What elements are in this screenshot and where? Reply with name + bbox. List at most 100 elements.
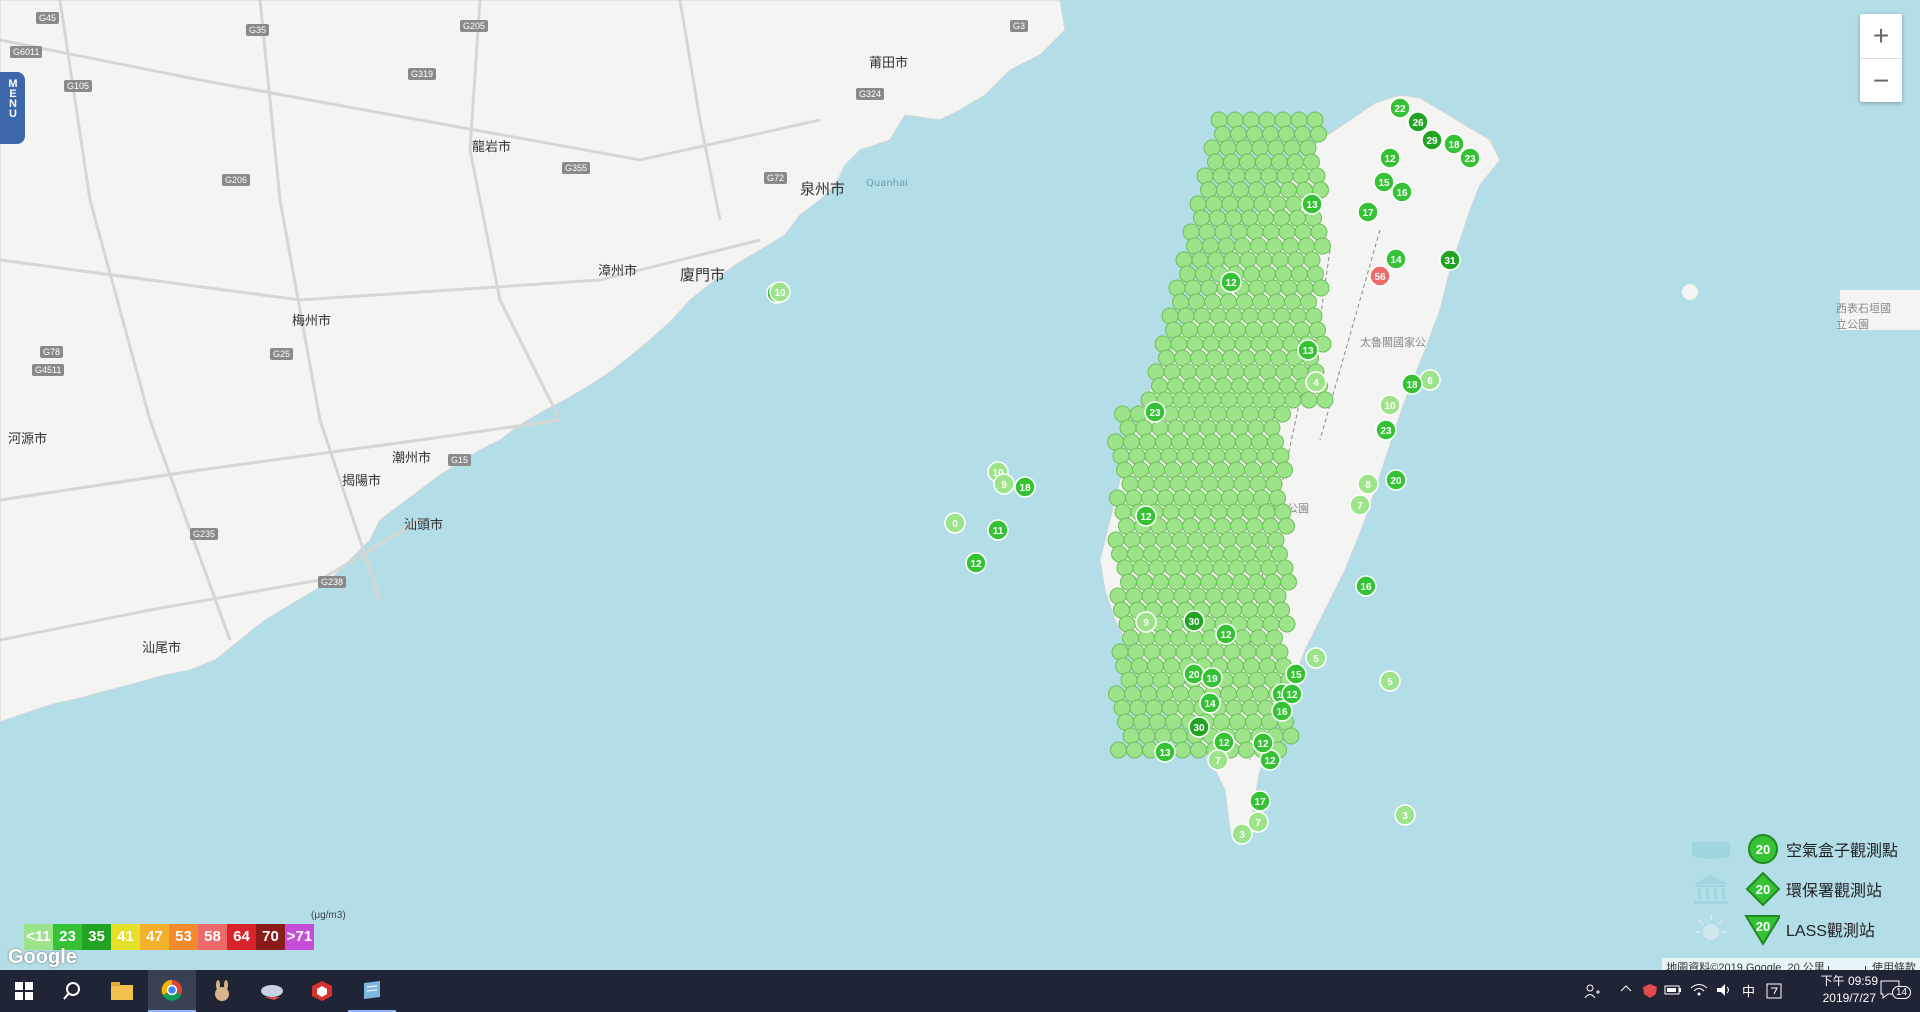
sensor-marker-dot[interactable] (1290, 111, 1308, 129)
sensor-marker-dot[interactable] (1154, 335, 1172, 353)
sensor-marker-dot[interactable] (1177, 307, 1195, 325)
sensor-marker-dot[interactable] (1129, 699, 1147, 717)
sensor-marker[interactable]: 10 (1379, 394, 1401, 416)
sensor-marker-dot[interactable] (1176, 447, 1194, 465)
sensor-marker-dot[interactable] (1278, 615, 1296, 633)
sensor-marker-dot[interactable] (1132, 559, 1150, 577)
sensor-marker-dot[interactable] (1241, 699, 1259, 717)
sensor-marker-dot[interactable] (1145, 699, 1163, 717)
sensor-marker-dot[interactable] (1191, 251, 1209, 269)
sensor-marker-dot[interactable] (1143, 643, 1161, 661)
sensor-marker[interactable]: 14 (1385, 248, 1407, 270)
sensor-marker[interactable]: 30 (1183, 610, 1205, 632)
taskbar-app-chrome[interactable] (148, 970, 196, 1012)
sensor-marker-dot[interactable] (1219, 531, 1237, 549)
sensor-marker-dot[interactable] (1153, 475, 1171, 493)
sensor-marker-dot[interactable] (1251, 531, 1269, 549)
sensor-marker-dot[interactable] (1278, 223, 1296, 241)
sensor-marker-dot[interactable] (1264, 279, 1282, 297)
sensor-marker[interactable]: 5 (1305, 647, 1327, 669)
sensor-marker[interactable]: 22 (1389, 97, 1411, 119)
sensor-marker[interactable]: 4 (1305, 371, 1327, 393)
shield-tray-icon[interactable] (1642, 983, 1658, 1002)
sensor-marker-dot[interactable] (1223, 251, 1241, 269)
sensor-marker-dot[interactable] (1221, 195, 1239, 213)
sensor-marker-dot[interactable] (1276, 461, 1293, 479)
sensor-marker-dot[interactable] (1144, 447, 1162, 465)
sensor-marker-dot[interactable] (1292, 167, 1310, 185)
sensor-marker[interactable]: 12 (1379, 147, 1401, 169)
sensor-marker-dot[interactable] (1314, 237, 1331, 255)
sensor-marker-dot[interactable] (1112, 447, 1130, 465)
sensor-marker-dot[interactable] (1201, 475, 1219, 493)
sensor-marker[interactable]: 3 (1231, 823, 1253, 845)
sensor-marker-dot[interactable] (1175, 251, 1193, 269)
sensor-marker[interactable]: 13 (1154, 741, 1176, 763)
sensor-marker[interactable]: 18 (1401, 373, 1423, 395)
sensor-marker-dot[interactable] (1207, 643, 1225, 661)
sensor-marker-dot[interactable] (1113, 699, 1131, 717)
sensor-marker[interactable]: 12 (1213, 731, 1235, 753)
sensor-marker-dot[interactable] (1189, 587, 1207, 605)
sensor-marker-dot[interactable] (1210, 503, 1228, 521)
sensor-marker-dot[interactable] (1240, 447, 1258, 465)
sensor-marker-dot[interactable] (1110, 741, 1127, 759)
sensor-marker-dot[interactable] (1284, 391, 1302, 409)
sensor-marker[interactable]: 7 (1349, 494, 1371, 516)
sensor-marker-dot[interactable] (1196, 559, 1214, 577)
sensor-marker[interactable]: 7 (1207, 749, 1229, 771)
sensor-marker-dot[interactable] (1177, 699, 1195, 717)
start-button[interactable] (0, 970, 48, 1012)
sensor-marker-dot[interactable] (1122, 727, 1140, 745)
sensor-marker-dot[interactable] (1225, 307, 1243, 325)
sensor-marker-dot[interactable] (1272, 447, 1290, 465)
sensor-marker-dot[interactable] (1257, 307, 1275, 325)
sensor-marker[interactable]: 9 (1135, 611, 1157, 633)
sensor-marker-dot[interactable] (1120, 671, 1138, 689)
sensor-marker-dot[interactable] (1202, 335, 1220, 353)
sensor-marker-dot[interactable] (1289, 307, 1307, 325)
sensor-marker[interactable]: 20 (1385, 469, 1407, 491)
sensor-marker-dot[interactable] (1205, 195, 1223, 213)
sensor-marker-dot[interactable] (1224, 447, 1242, 465)
sensor-marker-dot[interactable] (1248, 279, 1266, 297)
sensor-marker[interactable]: 5 (1379, 670, 1401, 692)
sensor-marker[interactable]: 16 (1391, 181, 1413, 203)
sensor-marker[interactable]: 15 (1285, 663, 1307, 685)
sensor-marker[interactable]: 13 (1301, 193, 1323, 215)
sensor-marker-dot[interactable] (1214, 223, 1232, 241)
ime-indicator[interactable]: 中 (1742, 981, 1755, 1000)
sensor-marker-dot[interactable] (1185, 475, 1203, 493)
sensor-marker-dot[interactable] (1237, 195, 1255, 213)
sensor-marker-dot[interactable] (1180, 559, 1198, 577)
sensor-marker[interactable]: 20 (1183, 663, 1205, 685)
sensor-marker-dot[interactable] (1269, 195, 1287, 213)
sensor-marker[interactable]: 56 (1369, 265, 1391, 287)
sensor-marker[interactable]: 23 (1144, 401, 1166, 423)
sensor-marker[interactable]: 12 (965, 552, 987, 574)
sensor-marker-dot[interactable] (1219, 139, 1237, 157)
people-icon[interactable] (1584, 983, 1600, 1002)
sensor-marker-dot[interactable] (1234, 727, 1252, 745)
sensor-marker-dot[interactable] (1258, 111, 1276, 129)
sensor-marker-dot[interactable] (1174, 741, 1191, 759)
sensor-marker-dot[interactable] (1280, 279, 1298, 297)
sensor-marker-dot[interactable] (1260, 167, 1278, 185)
sensor-marker-dot[interactable] (1210, 111, 1228, 129)
sensor-marker-dot[interactable] (1283, 139, 1301, 157)
sensor-marker-dot[interactable] (1246, 223, 1264, 241)
sensor-marker[interactable]: 11 (987, 519, 1009, 541)
sensor-marker-dot[interactable] (1247, 419, 1265, 437)
sensor-marker-dot[interactable] (1249, 475, 1267, 493)
sensor-marker-dot[interactable] (1217, 475, 1235, 493)
sensor-marker[interactable]: 17 (1249, 790, 1271, 812)
sensor-marker-dot[interactable] (1271, 251, 1289, 269)
sensor-marker-dot[interactable] (1282, 335, 1300, 353)
sensor-marker-dot[interactable] (1221, 587, 1239, 605)
sensor-marker-dot[interactable] (1226, 503, 1244, 521)
sensor-marker-dot[interactable] (1205, 587, 1223, 605)
clock[interactable]: 下午 09:59 2019/7/27 (1821, 973, 1878, 1007)
zoom-in-button[interactable]: + (1860, 14, 1902, 59)
sensor-marker-dot[interactable] (1234, 335, 1252, 353)
taskbar-app-cloud[interactable] (248, 970, 296, 1012)
